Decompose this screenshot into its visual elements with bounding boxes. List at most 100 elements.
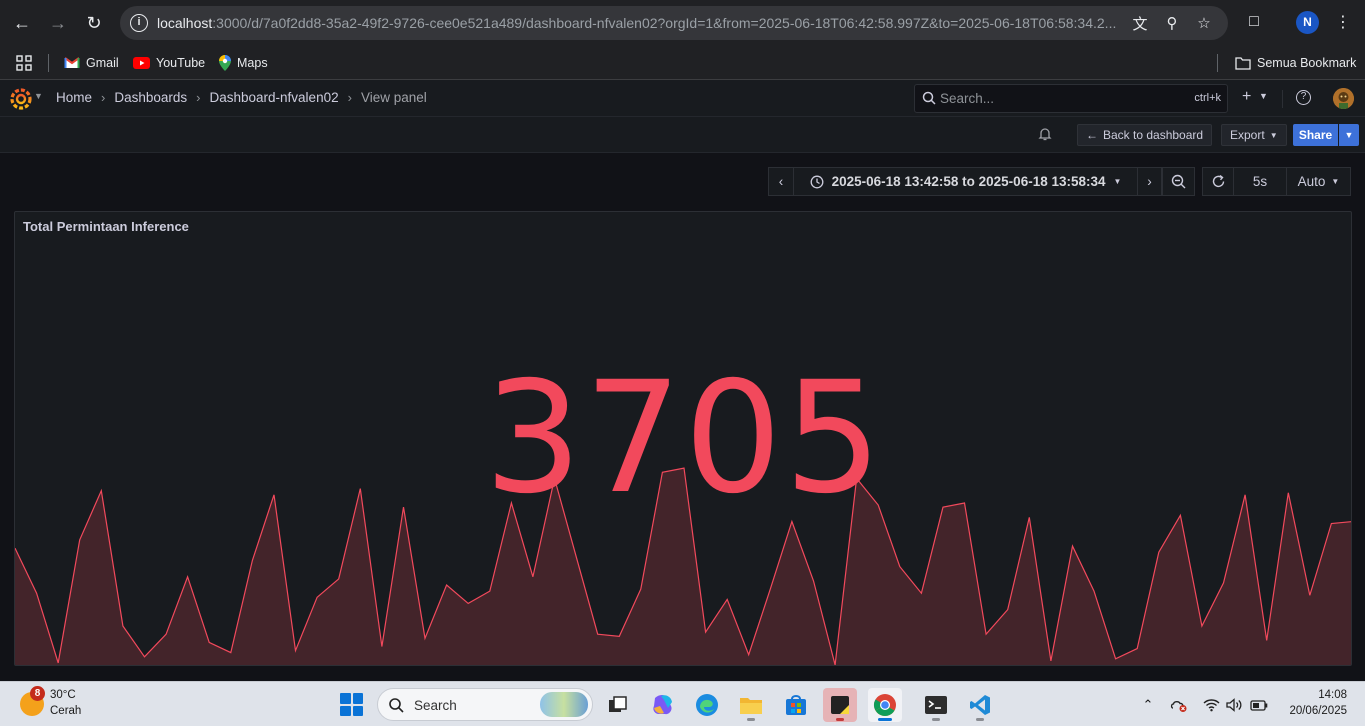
refresh-button[interactable] — [1202, 167, 1234, 196]
forward-arrow-icon[interactable]: → — [44, 9, 72, 37]
star-icon[interactable]: ☆ — [1194, 13, 1214, 33]
zoom-out-button[interactable] — [1162, 167, 1195, 196]
file-explorer-icon[interactable] — [734, 688, 768, 722]
search-highlight-image — [540, 692, 588, 717]
refresh-interval-picker[interactable]: Auto ▼ — [1286, 167, 1351, 196]
search-shortcut: ctrl+k — [1194, 92, 1221, 104]
copilot-icon[interactable] — [646, 688, 680, 722]
help-icon[interactable]: ? — [1296, 90, 1311, 105]
translate-icon[interactable]: 文 — [1130, 13, 1150, 33]
taskbar-search-label: Search — [414, 698, 457, 713]
apps-grid-icon[interactable] — [16, 53, 32, 73]
breadcrumb-dashboards[interactable]: Dashboards — [114, 90, 187, 105]
bell-icon[interactable] — [1038, 127, 1052, 141]
grafana-logo-icon[interactable] — [10, 88, 32, 110]
export-label: Export — [1230, 128, 1265, 142]
bookmark-gmail[interactable]: Gmail — [64, 53, 119, 73]
bookmark-label: Maps — [237, 56, 268, 70]
windows-start-icon[interactable] — [340, 693, 363, 716]
panel-toolbar: ← Back to dashboard Export ▼ Share ▼ — [0, 117, 1365, 153]
chevron-down-icon[interactable]: ▼ — [34, 91, 43, 101]
address-bar[interactable]: i localhost:3000/d/7a0f2dd8-35a2-49f2-97… — [120, 6, 1228, 40]
taskbar-search[interactable]: Search — [377, 688, 593, 721]
clock-date[interactable]: 20/06/2025 — [1289, 705, 1347, 717]
stat-value: 3705 — [484, 349, 884, 528]
chevron-down-icon[interactable]: ▼ — [1259, 91, 1268, 101]
search-placeholder: Search... — [940, 91, 995, 106]
chrome-browser-icon[interactable] — [868, 688, 902, 722]
chevron-right-icon: › — [1147, 174, 1152, 189]
microsoft-store-icon[interactable] — [779, 688, 813, 722]
plus-icon[interactable]: + — [1242, 88, 1251, 106]
breadcrumb-dashboard[interactable]: Dashboard-nfvalen02 — [210, 90, 339, 105]
all-bookmarks-button[interactable]: Semua Bookmark — [1235, 53, 1356, 73]
divider — [1282, 90, 1283, 108]
reload-icon[interactable]: ↻ — [80, 9, 108, 37]
url-host: localhost — [157, 15, 213, 31]
running-indicator — [932, 718, 940, 721]
share-button[interactable]: Share — [1293, 124, 1338, 146]
chevron-down-icon: ▼ — [1331, 177, 1340, 186]
chevron-right-icon: › — [196, 90, 201, 105]
search-input[interactable]: Search... ctrl+k — [914, 84, 1228, 113]
bookmark-maps[interactable]: Maps — [219, 53, 268, 73]
task-view-icon[interactable] — [601, 688, 635, 722]
page-background — [0, 666, 1365, 681]
running-indicator — [747, 718, 755, 721]
zoom-icon[interactable]: ⚲ — [1162, 13, 1182, 33]
chevron-up-icon[interactable]: ⌃ — [1139, 696, 1157, 714]
youtube-icon — [133, 57, 150, 69]
weather-temperature[interactable]: 30°C — [50, 689, 76, 701]
zoom-out-icon — [1171, 174, 1186, 189]
back-arrow-icon[interactable]: ← — [8, 9, 36, 37]
terminal-icon[interactable] — [919, 688, 953, 722]
panel-title: Total Permintaan Inference — [23, 219, 189, 234]
time-range-picker[interactable]: 2025-06-18 13:42:58 to 2025-06-18 13:58:… — [793, 167, 1138, 196]
search-icon — [922, 91, 936, 105]
chevron-left-icon: ‹ — [778, 174, 784, 189]
bookmarks-divider — [48, 54, 49, 72]
time-shift-back-button[interactable]: ‹ — [768, 167, 794, 196]
menu-kebab-icon[interactable]: ⋮ — [1332, 11, 1354, 33]
weather-condition[interactable]: Cerah — [50, 705, 81, 717]
breadcrumb-home[interactable]: Home — [56, 90, 92, 105]
refresh-mode: Auto — [1297, 174, 1326, 189]
folder-icon — [1235, 56, 1251, 70]
running-indicator — [976, 718, 984, 721]
avatar[interactable] — [1333, 88, 1354, 109]
stat-panel[interactable]: Total Permintaan Inference 3705 — [14, 211, 1352, 666]
clock-time[interactable]: 14:08 — [1318, 689, 1347, 701]
site-info-icon[interactable]: i — [130, 14, 148, 32]
running-indicator — [878, 718, 892, 721]
back-to-dashboard-button[interactable]: ← Back to dashboard — [1077, 124, 1213, 146]
share-options-chevron-icon[interactable]: ▼ — [1339, 124, 1359, 146]
time-range-label: 2025-06-18 13:42:58 to 2025-06-18 13:58:… — [831, 174, 1106, 189]
bookmark-label: Gmail — [86, 56, 119, 70]
refresh-icon — [1212, 174, 1224, 188]
chevron-down-icon: ▼ — [1269, 130, 1278, 140]
back-label: Back to dashboard — [1103, 128, 1204, 142]
url-text[interactable]: localhost:3000/d/7a0f2dd8-35a2-49f2-9726… — [157, 15, 1122, 31]
url-path: :3000/d/7a0f2dd8-35a2-49f2-9726-cee0e521… — [212, 15, 1117, 31]
bookmarks-bar: Gmail YouTube Maps Semua Bookmark — [0, 46, 1365, 80]
profile-avatar[interactable]: N — [1296, 11, 1319, 34]
wifi-icon[interactable] — [1202, 696, 1220, 714]
edge-browser-icon[interactable] — [690, 688, 724, 722]
battery-icon[interactable] — [1250, 696, 1268, 714]
os-taskbar: 8 30°C Cerah Search ⌃ 14:08 20/06/2025 — [0, 681, 1365, 726]
time-shift-forward-button[interactable]: › — [1137, 167, 1162, 196]
clock-icon — [810, 175, 824, 188]
bookmark-youtube[interactable]: YouTube — [133, 53, 205, 73]
extensions-icon[interactable]: □ — [1243, 11, 1265, 33]
sticky-notes-icon[interactable] — [823, 688, 857, 722]
refresh-interval-value[interactable]: 5s — [1233, 167, 1287, 196]
volume-icon[interactable] — [1225, 696, 1243, 714]
sync-error-icon[interactable] — [1170, 696, 1188, 714]
vscode-icon[interactable] — [963, 688, 997, 722]
export-button[interactable]: Export ▼ — [1221, 124, 1287, 146]
weather-badge: 8 — [30, 686, 45, 701]
grafana-top-nav: ▼ Home › Dashboards › Dashboard-nfvalen0… — [0, 80, 1365, 117]
maps-icon — [219, 55, 231, 71]
running-indicator — [836, 718, 844, 721]
arrow-left-icon: ← — [1086, 128, 1098, 142]
